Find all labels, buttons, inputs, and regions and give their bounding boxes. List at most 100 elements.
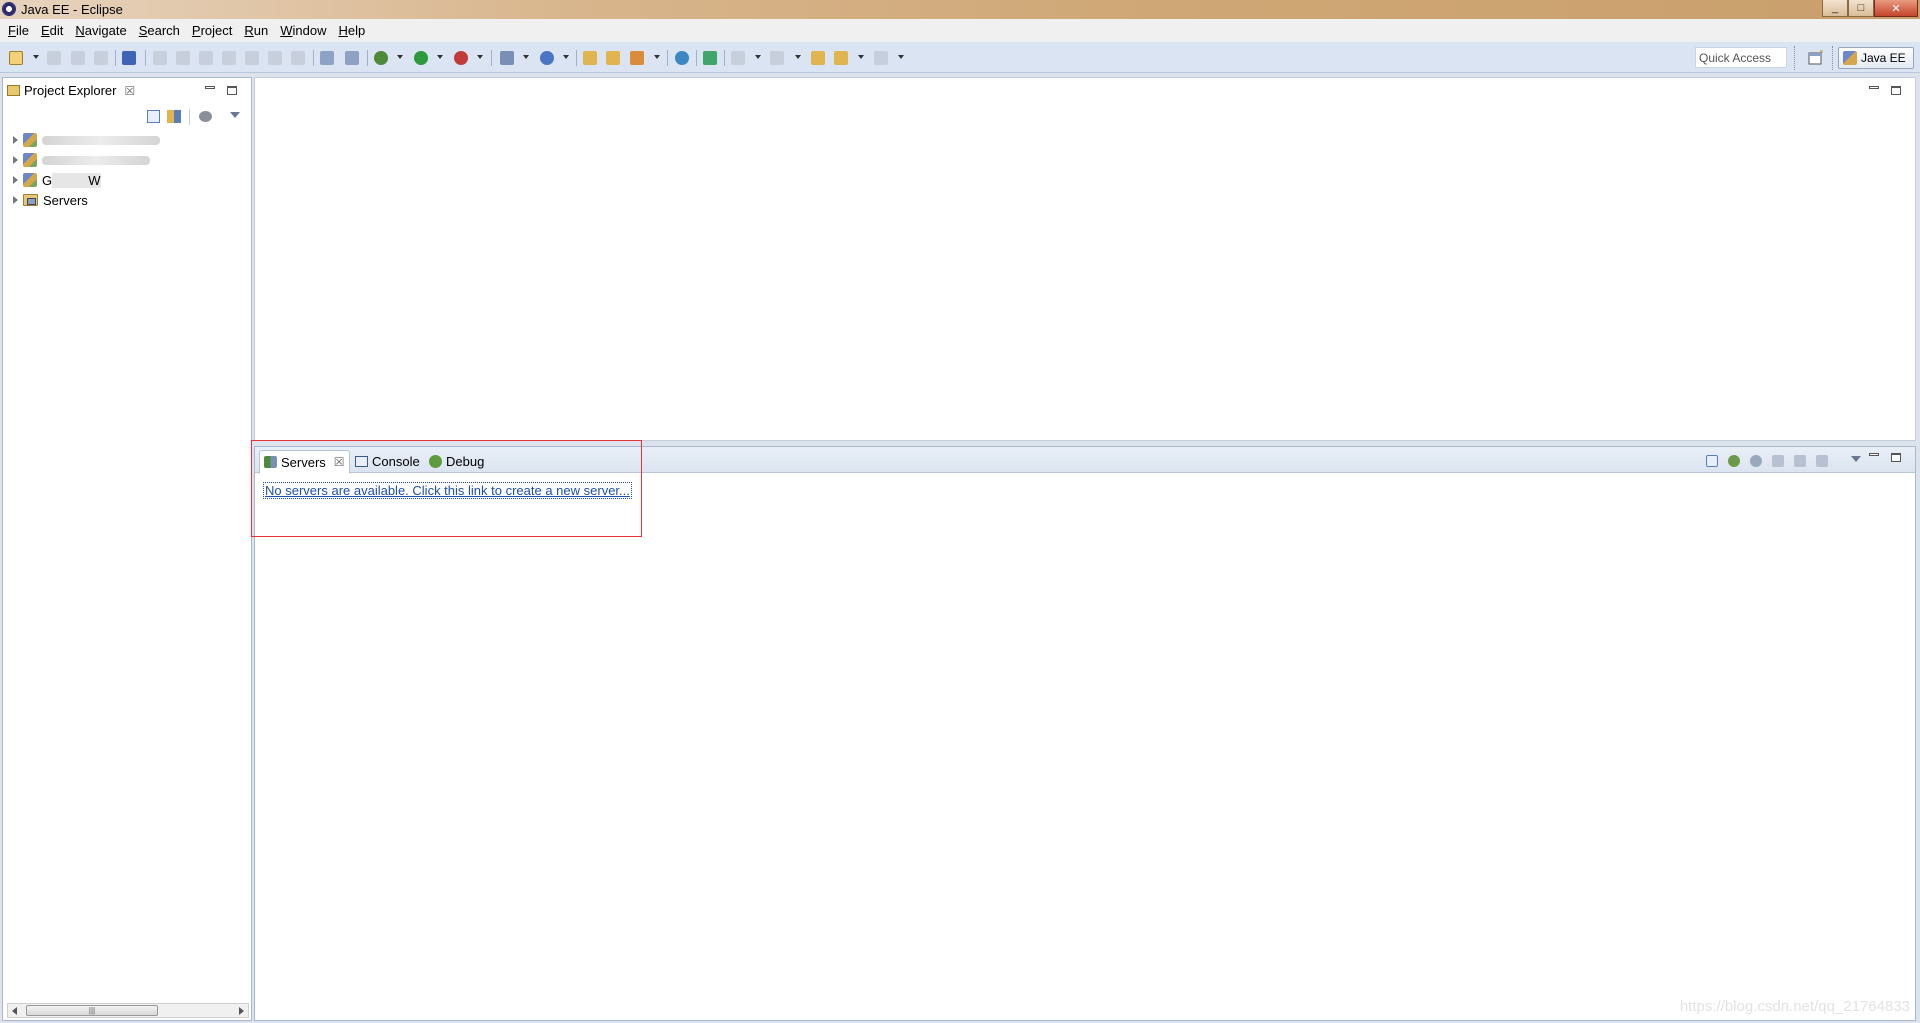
- menu-navigate[interactable]: Navigate: [69, 23, 132, 38]
- bottom-views-panel: Servers ☒ Console Debug No servers are a…: [254, 446, 1916, 1021]
- view-menu-icon[interactable]: [230, 112, 240, 118]
- menu-window[interactable]: Window: [274, 23, 332, 38]
- menu-bar: File Edit Navigate Search Project Run Wi…: [0, 19, 1920, 42]
- close-button[interactable]: ✕: [1874, 0, 1918, 17]
- disconnect-icon[interactable]: [222, 51, 236, 65]
- new-icon[interactable]: [9, 51, 23, 65]
- scroll-right-icon[interactable]: [239, 1007, 244, 1015]
- new-dropdown-arrow-icon[interactable]: [33, 55, 39, 59]
- previous-annotation-dropdown-arrow-icon[interactable]: [795, 55, 801, 59]
- menu-project[interactable]: Project: [186, 23, 238, 38]
- filter-icon[interactable]: [199, 111, 212, 122]
- run-dropdown-arrow-icon[interactable]: [437, 55, 443, 59]
- debug-icon[interactable]: [374, 51, 388, 65]
- terminate-icon[interactable]: [199, 51, 213, 65]
- maximize-view-button[interactable]: [1891, 453, 1901, 462]
- view-menu-icon[interactable]: [1851, 456, 1861, 462]
- step-return-icon[interactable]: [291, 51, 305, 65]
- back-dropdown-arrow-icon[interactable]: [858, 55, 864, 59]
- maximize-view-button[interactable]: [227, 86, 237, 95]
- start-server-debug-icon[interactable]: [1728, 455, 1740, 467]
- new-class-dropdown-arrow-icon[interactable]: [563, 55, 569, 59]
- open-type-icon[interactable]: [583, 51, 597, 65]
- expand-arrow-icon[interactable]: [13, 196, 18, 204]
- tree-item[interactable]: [13, 150, 160, 170]
- new-server-dropdown-arrow-icon[interactable]: [523, 55, 529, 59]
- tree-item[interactable]: [13, 130, 160, 150]
- tab-servers-label: Servers: [281, 454, 326, 470]
- stop-server-icon[interactable]: [1794, 455, 1806, 467]
- step-over-icon[interactable]: [268, 51, 282, 65]
- menu-help[interactable]: Help: [332, 23, 371, 38]
- start-server-profile-icon[interactable]: [1772, 455, 1784, 467]
- quick-access-input[interactable]: Quick Access: [1695, 47, 1787, 68]
- suspend-icon[interactable]: [176, 51, 190, 65]
- tab-console[interactable]: Console: [351, 451, 424, 471]
- collapse-all-icon[interactable]: [147, 110, 160, 123]
- project-explorer-title: Project Explorer: [24, 83, 117, 98]
- deploy-icon[interactable]: [703, 51, 717, 65]
- minimize-view-button[interactable]: [1869, 453, 1879, 456]
- horizontal-scrollbar[interactable]: |||: [7, 1003, 249, 1018]
- toolbar-separator: [313, 50, 314, 66]
- tab-debug[interactable]: Debug: [425, 451, 488, 471]
- close-icon[interactable]: ☒: [124, 84, 135, 98]
- servers-folder-icon: [23, 194, 38, 206]
- publish-icon[interactable]: [1816, 455, 1828, 467]
- eclipse-app-icon: [2, 2, 16, 16]
- new-server-icon[interactable]: [500, 51, 514, 65]
- restore-button[interactable]: □: [1848, 0, 1874, 17]
- minimize-button[interactable]: _: [1822, 0, 1848, 17]
- next-annotation-icon[interactable]: [731, 51, 745, 65]
- scroll-thumb[interactable]: |||: [26, 1005, 158, 1016]
- menu-file[interactable]: File: [2, 23, 35, 38]
- skip-breakpoints-icon[interactable]: [122, 51, 136, 65]
- new-java-class-icon[interactable]: [540, 51, 554, 65]
- debug-dropdown-arrow-icon[interactable]: [397, 55, 403, 59]
- tab-servers[interactable]: Servers ☒: [259, 450, 350, 474]
- console-icon: [355, 455, 368, 467]
- expand-arrow-icon[interactable]: [13, 156, 18, 164]
- tree-item[interactable]: G W: [13, 170, 160, 190]
- link-with-editor-icon[interactable]: [167, 110, 181, 123]
- title-bar: Java EE - Eclipse _ □ ✕: [0, 0, 1920, 19]
- close-icon[interactable]: ☒: [334, 455, 345, 469]
- back-icon[interactable]: [834, 51, 848, 65]
- search-icon[interactable]: [630, 51, 644, 65]
- forward-dropdown-arrow-icon[interactable]: [898, 55, 904, 59]
- tree-item[interactable]: Servers: [13, 190, 160, 210]
- create-new-server-link[interactable]: No servers are available. Click this lin…: [263, 482, 632, 499]
- step-into-icon[interactable]: [245, 51, 259, 65]
- java-ee-perspective-button[interactable]: Java EE: [1838, 47, 1914, 69]
- print-icon[interactable]: [94, 51, 108, 65]
- save-icon[interactable]: [47, 51, 61, 65]
- drop-to-frame-icon[interactable]: [345, 51, 359, 65]
- maximize-editor-button[interactable]: [1891, 86, 1901, 95]
- open-perspective-button[interactable]: [1808, 50, 1824, 66]
- start-server-icon[interactable]: [1750, 455, 1762, 467]
- open-task-icon[interactable]: [606, 51, 620, 65]
- external-tools-dropdown-arrow-icon[interactable]: [477, 55, 483, 59]
- scroll-left-icon[interactable]: [12, 1007, 17, 1015]
- toolbar-separator: [145, 50, 146, 66]
- expand-arrow-icon[interactable]: [13, 136, 18, 144]
- menu-edit[interactable]: Edit: [35, 23, 69, 38]
- menu-search[interactable]: Search: [133, 23, 186, 38]
- resume-icon[interactable]: [153, 51, 167, 65]
- search-dropdown-arrow-icon[interactable]: [654, 55, 660, 59]
- forward-icon[interactable]: [874, 51, 888, 65]
- collapse-all-icon[interactable]: [1706, 455, 1718, 467]
- last-edit-location-icon[interactable]: [811, 51, 825, 65]
- save-all-icon[interactable]: [71, 51, 85, 65]
- run-icon[interactable]: [414, 51, 428, 65]
- open-web-browser-icon[interactable]: [675, 51, 689, 65]
- menu-run[interactable]: Run: [238, 23, 274, 38]
- minimize-editor-button[interactable]: [1869, 86, 1879, 89]
- external-tools-icon[interactable]: [454, 51, 468, 65]
- minimize-view-button[interactable]: [205, 86, 215, 89]
- expand-arrow-icon[interactable]: [13, 176, 18, 184]
- previous-annotation-icon[interactable]: [770, 51, 784, 65]
- tab-project-explorer[interactable]: Project Explorer ☒: [7, 83, 135, 98]
- next-annotation-dropdown-arrow-icon[interactable]: [755, 55, 761, 59]
- use-step-filters-icon[interactable]: [320, 51, 334, 65]
